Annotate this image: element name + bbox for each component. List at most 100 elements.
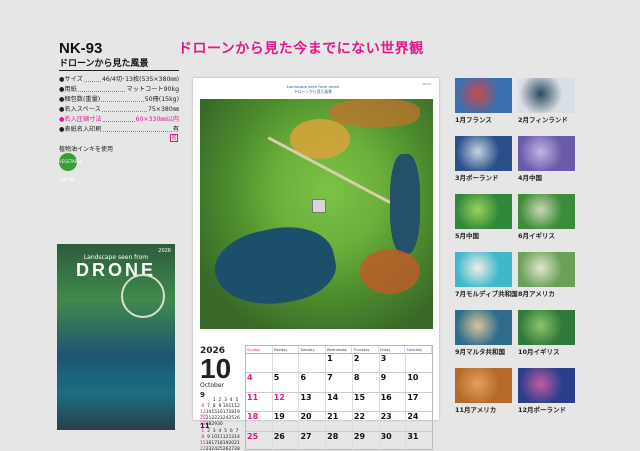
thumbnail-caption: 5月中国: [455, 232, 480, 240]
thumbnail-image: [518, 136, 575, 171]
day-cell: [406, 354, 432, 372]
week-row: 25 26 27 28 29 30 31: [246, 431, 432, 451]
week-row: 4 5 6 7 8 9 10: [246, 373, 432, 393]
month-thumbnail: 6月イギリス: [518, 194, 575, 240]
day-cell: [299, 354, 327, 373]
thumbnail-caption: 3月ポーランド: [455, 174, 499, 182]
vegetable-ink-logo: VEGETABLE OIL INK: [59, 153, 82, 182]
thumbnail-image: [455, 310, 512, 345]
day-cell: 5: [273, 373, 300, 392]
day-cell: 2: [353, 354, 380, 373]
cover-title: DRONE: [75, 260, 156, 280]
spec-item: ●サイズ 46/4切･13枚(535×380㎜): [59, 75, 179, 85]
thumbnail-image: [455, 136, 512, 171]
spec-label: ●名入圧縮寸法: [59, 116, 102, 123]
thumbnail-caption: 8月アメリカ: [518, 290, 555, 298]
month-english: October: [200, 382, 225, 389]
day-cell: 29: [353, 431, 380, 451]
spec-leader: [102, 115, 135, 122]
day-cell: 13: [299, 392, 327, 412]
divider: [59, 70, 179, 71]
month-thumbnail: 2月フィンランド: [518, 78, 575, 124]
day-cell: 19: [273, 412, 300, 431]
page-title: Landscape seen from drone ドローンから見た風景: [273, 84, 353, 94]
thumbnail-caption: 10月イギリス: [518, 348, 560, 356]
day-cell: 4: [246, 373, 273, 392]
month-thumbnail: 4月中国: [518, 136, 575, 182]
day-cell: 24: [407, 412, 419, 422]
day-cell: 20: [299, 412, 327, 431]
spec-leader: [102, 125, 172, 132]
spec-leader: [101, 105, 147, 112]
day-cell: 14: [326, 392, 353, 412]
day-cell: 12: [273, 392, 300, 412]
month-grid: Sunday Monday Tuesday Wednesday Thursday Frid…: [245, 345, 433, 451]
mini-row: 22 23 24 25 26 27 28: [200, 447, 240, 451]
day-cell: 9: [380, 373, 407, 392]
day-cell: 23: [380, 412, 407, 431]
spec-list: ●サイズ 46/4切･13枚(535×380㎜) ●用紙 マットコート90kg ●梱包数…: [59, 75, 179, 135]
day-cell: 15: [353, 392, 380, 412]
spec-item: ●名入スペース 75×380㎜: [59, 105, 179, 115]
page-corner-code: NK-93: [422, 82, 431, 86]
day-cell: 7: [326, 373, 353, 392]
thumbnail-caption: 11月アメリカ: [455, 406, 497, 414]
spec-item: ●表紙名入印刷有: [59, 125, 179, 135]
day-cell: 28: [326, 431, 353, 451]
week-row: 11 12 13 14 15 16 17: [246, 392, 432, 413]
spec-label: ●梱包数(重量): [59, 96, 101, 103]
spec-leader: [83, 75, 101, 82]
thumbnail-caption: 2月フィンランド: [518, 116, 568, 124]
mini-day: 28: [234, 447, 240, 451]
day-cell: 22: [353, 412, 380, 431]
spec-item: ●名入圧縮寸法 60×330㎜以内: [59, 115, 179, 125]
ink-note: 植物油インキを使用: [59, 146, 114, 153]
month-thumbnail: 11月アメリカ: [455, 368, 512, 414]
spec-value: マットコート90kg: [126, 86, 179, 93]
day-cell: 16: [380, 392, 407, 412]
thumbnail-caption: 6月イギリス: [518, 232, 556, 240]
day-cell: 30: [380, 431, 407, 451]
day-cell: 25: [246, 431, 273, 451]
spec-value: 60×330㎜以内: [135, 116, 179, 123]
thumbnail-caption: 12月ポーランド: [518, 406, 567, 414]
month-thumbnail: 5月中国: [455, 194, 512, 240]
month-number: 10: [200, 353, 232, 384]
day-cell: 18: [246, 412, 273, 431]
day-cell: 27: [299, 431, 327, 451]
week-row: 18 19 20 21 22 23 24: [246, 412, 432, 432]
month-thumbnail: 10月イギリス: [518, 310, 575, 356]
thumbnail-image: [455, 252, 512, 287]
month-thumbnail: 8月アメリカ: [518, 252, 575, 298]
spec-label: ●名入スペース: [59, 106, 101, 113]
day-cell: 1: [326, 354, 353, 373]
month-thumbnail: 9月マルタ共和国: [455, 310, 512, 356]
day-cell: [246, 354, 273, 373]
day-name: Thursday: [352, 346, 379, 353]
spec-item: ●用紙 マットコート90kg: [59, 85, 179, 95]
product-name: ドローンから見た風景: [59, 59, 149, 69]
month-header: 2026 10 October: [200, 346, 240, 389]
month-thumbnail: 7月モルディブ共和国: [455, 252, 518, 298]
day-cell: 31: [407, 431, 419, 441]
spec-item: ●梱包数(重量) 50冊(15kg): [59, 95, 179, 105]
day-cell: 17: [407, 392, 419, 402]
week-row: 123: [246, 354, 432, 374]
month-thumbnail: 1月フランス: [455, 78, 512, 124]
thumbnail-image: [455, 78, 512, 113]
day-cell: 8: [353, 373, 380, 392]
thumbnail-image: [455, 368, 512, 403]
spec-value: 75×380㎜: [147, 106, 179, 113]
thumbnail-caption: 7月モルディブ共和国: [455, 290, 518, 298]
thumbnail-caption: 9月マルタ共和国: [455, 348, 506, 356]
thumbnail-image: [518, 310, 575, 345]
mini-calendar-next: 11 1 2 3 4 5 6 7 8 9 10 11 12 13 14 15 16 17 18 19 20 21 22 23 2…: [200, 423, 240, 451]
cover-image: 2026 Landscape seen from DRONE: [57, 244, 175, 430]
day-name: Friday: [379, 346, 406, 353]
spec-leader: [77, 85, 126, 92]
thumbnail-caption: 4月中国: [518, 174, 543, 182]
thumbnail-image: [518, 194, 575, 229]
thumbnail-image: [518, 368, 575, 403]
cover-garden-ring: [121, 274, 165, 318]
thumbnail-image: [518, 78, 575, 113]
